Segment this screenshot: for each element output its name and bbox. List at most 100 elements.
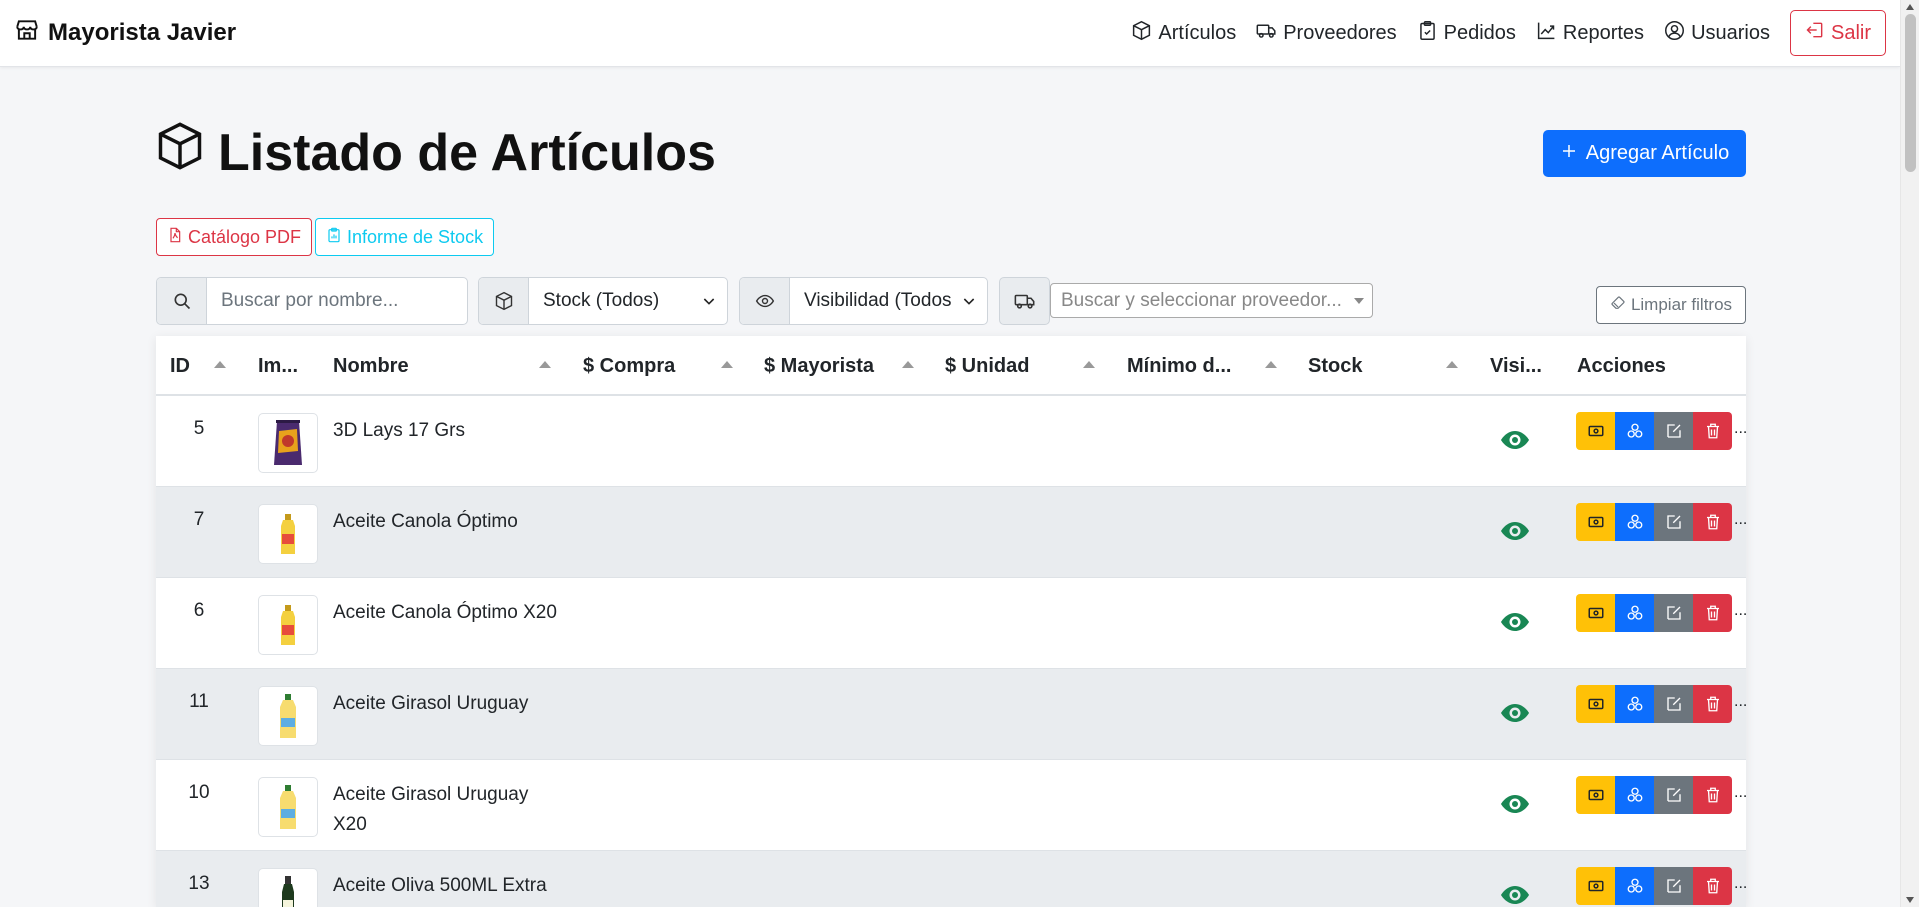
search-input[interactable]: Buscar por nombre... — [207, 278, 467, 324]
row-name: Aceite Canola Óptimo X20 — [333, 602, 557, 623]
sort-asc-icon[interactable] — [1265, 361, 1277, 368]
col-mayorista[interactable]: $ Mayorista — [764, 336, 874, 396]
nav-item-articulos[interactable]: Artículos — [1121, 0, 1246, 66]
trash-icon — [1706, 514, 1719, 530]
delete-button[interactable] — [1693, 867, 1732, 905]
eye-icon[interactable] — [1500, 884, 1530, 906]
scroll-up-arrow[interactable] — [1906, 4, 1914, 10]
row-actions — [1576, 412, 1732, 450]
sort-asc-icon[interactable] — [721, 361, 733, 368]
nav-item-usuarios[interactable]: Usuarios — [1654, 0, 1780, 66]
sort-asc-icon[interactable] — [214, 361, 226, 368]
delete-button[interactable] — [1693, 503, 1732, 541]
col-image[interactable]: Im... — [258, 336, 298, 396]
sort-asc-icon[interactable] — [1083, 361, 1095, 368]
price-button[interactable] — [1576, 412, 1615, 450]
page-scrollbar[interactable] — [1900, 0, 1919, 907]
col-nombre[interactable]: Nombre — [333, 336, 409, 396]
sort-asc-icon[interactable] — [902, 361, 914, 368]
delete-button[interactable] — [1693, 594, 1732, 632]
search-filter: Buscar por nombre... — [156, 277, 468, 325]
visibility-filter[interactable]: Visibilidad (Todos) — [739, 277, 988, 325]
stock-filter[interactable]: Stock (Todos) — [478, 277, 728, 325]
eye-icon[interactable] — [1500, 520, 1530, 542]
cash-icon — [1588, 516, 1603, 528]
row-name: 3D Lays 17 Grs — [333, 420, 465, 441]
pdf-catalog-button[interactable]: Catálogo PDF — [156, 218, 313, 256]
col-compra[interactable]: $ Compra — [583, 336, 675, 396]
col-minimo[interactable]: Mínimo d... — [1127, 336, 1231, 396]
row-id: 13 — [188, 873, 210, 894]
trash-icon — [1706, 605, 1719, 621]
eye-icon — [740, 278, 790, 324]
stock-report-label: Informe de Stock — [347, 226, 484, 247]
combo-button[interactable] — [1615, 867, 1654, 905]
logout-button[interactable]: Salir — [1789, 10, 1886, 56]
clear-filters-button[interactable]: Limpiar filtros — [1596, 286, 1746, 324]
edit-button[interactable] — [1654, 685, 1693, 723]
col-id[interactable]: ID — [170, 336, 190, 396]
edit-button[interactable] — [1654, 503, 1693, 541]
edit-icon — [1666, 606, 1681, 620]
scroll-down-arrow[interactable] — [1906, 897, 1914, 903]
delete-button[interactable] — [1693, 412, 1732, 450]
price-button[interactable] — [1576, 594, 1615, 632]
combo-button[interactable] — [1615, 594, 1654, 632]
delete-button[interactable] — [1693, 776, 1732, 814]
col-visibilidad[interactable]: Visi... — [1490, 336, 1542, 396]
stock-report-button[interactable]: Informe de Stock — [315, 218, 495, 256]
edit-button[interactable] — [1654, 412, 1693, 450]
nav-item-reportes[interactable]: Reportes — [1526, 0, 1654, 66]
boxes-icon — [1627, 605, 1642, 620]
add-article-button[interactable]: Agregar Artículo — [1543, 130, 1746, 177]
boxes-icon — [1627, 514, 1642, 529]
price-button[interactable] — [1576, 685, 1615, 723]
scroll-thumb[interactable] — [1905, 14, 1916, 172]
price-button[interactable] — [1576, 776, 1615, 814]
combo-button[interactable] — [1615, 685, 1654, 723]
truck-icon — [1256, 20, 1277, 47]
edit-icon — [1666, 879, 1681, 893]
col-unidad[interactable]: $ Unidad — [945, 336, 1029, 396]
chart-line-icon — [1536, 20, 1557, 47]
row-name: Aceite Girasol Uruguay — [333, 693, 529, 714]
visibility-select[interactable]: Visibilidad (Todos) — [790, 278, 951, 324]
eye-icon[interactable] — [1500, 611, 1530, 633]
cash-icon — [1588, 698, 1603, 710]
sort-asc-icon[interactable] — [539, 361, 551, 368]
nav-item-pedidos[interactable]: Pedidos — [1407, 0, 1526, 66]
nav-item-proveedores[interactable]: Proveedores — [1246, 0, 1406, 66]
eye-icon[interactable] — [1500, 702, 1530, 724]
delete-button[interactable] — [1693, 685, 1732, 723]
sort-asc-icon[interactable] — [1446, 361, 1458, 368]
table-row: 7 Aceite Canola Óptimo ... — [156, 487, 1746, 578]
shop-icon — [14, 17, 40, 50]
table-row: 5 3D Lays 17 Grs ... — [156, 396, 1746, 487]
row-actions — [1576, 776, 1732, 814]
row-actions — [1576, 503, 1732, 541]
edit-button[interactable] — [1654, 594, 1693, 632]
edit-button[interactable] — [1654, 867, 1693, 905]
nav-label: Proveedores — [1283, 21, 1397, 44]
eye-icon[interactable] — [1500, 429, 1530, 451]
combo-button[interactable] — [1615, 776, 1654, 814]
edit-icon — [1666, 697, 1681, 711]
edit-button[interactable] — [1654, 776, 1693, 814]
table-row: 10 Aceite Girasol Uruguay X20 ... — [156, 760, 1746, 851]
combo-button[interactable] — [1615, 503, 1654, 541]
table-row: 6 Aceite Canola Óptimo X20 ... — [156, 578, 1746, 669]
brand[interactable]: Mayorista Javier — [14, 17, 236, 50]
combo-button[interactable] — [1615, 412, 1654, 450]
edit-icon — [1666, 424, 1681, 438]
eye-icon[interactable] — [1500, 793, 1530, 815]
row-name: Aceite Oliva 500ML Extra Virgen Modena — [333, 875, 547, 907]
stock-select[interactable]: Stock (Todos) — [529, 278, 691, 324]
cash-icon — [1588, 789, 1603, 801]
table-header: ID Im... Nombre $ Compra $ Mayorista $ U… — [156, 336, 1746, 396]
price-button[interactable] — [1576, 867, 1615, 905]
edit-icon — [1666, 788, 1681, 802]
provider-select[interactable]: Buscar y seleccionar proveedor... — [1050, 283, 1373, 318]
oil-bottle-icon — [258, 686, 318, 746]
price-button[interactable] — [1576, 503, 1615, 541]
col-stock[interactable]: Stock — [1308, 336, 1362, 396]
